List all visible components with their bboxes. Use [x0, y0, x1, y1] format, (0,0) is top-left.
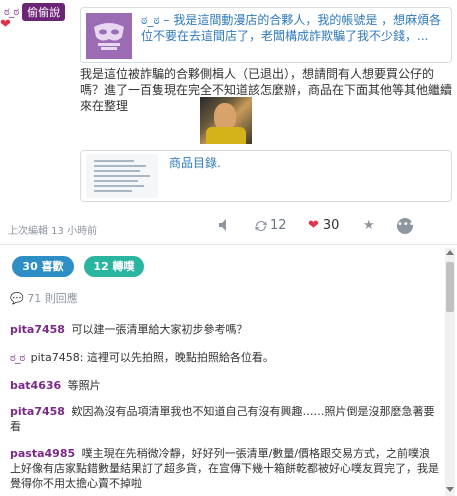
comment-user[interactable]: bat4636 [10, 379, 61, 392]
comment-user[interactable]: pasta4985 [10, 447, 75, 460]
link-preview-card[interactable]: 商品目錄. [80, 150, 452, 202]
edited-timestamp: 上次編輯 13 小時前 [8, 226, 98, 237]
post-photo[interactable] [200, 97, 252, 144]
like-heart-icon: ❤ [308, 218, 319, 233]
post-body: 我是這位被詐騙的合夥側楫人（已退出），想請問有人想要買公仔的嗎？進了一百隻現在完… [80, 67, 453, 113]
like-button[interactable]: ❤ 30 [308, 218, 339, 233]
repost-count: 12 [270, 218, 287, 233]
section-divider [0, 244, 457, 245]
mute-icon [219, 219, 226, 231]
repost-icon [255, 220, 267, 231]
star-icon: ★ [363, 218, 375, 233]
link-thumbnail [86, 154, 158, 198]
comment-row: bat4636 等照片 [10, 378, 440, 393]
plurk-post: ಠ_ಠ 偷偷說 ❤ ಠ_ಠ – 我是這間動漫店的合夥人，我的帳號是 ，想麻煩各位… [0, 0, 457, 244]
shares-pill[interactable]: 12 轉噗 [84, 256, 144, 277]
comment-text: 等照片 [67, 379, 101, 392]
comment-text: pita7458: 這裡可以先拍照，晚點拍照給各位看。 [30, 351, 274, 364]
comments-count-label: 71 則回應 [27, 292, 78, 305]
comment-user[interactable]: ಠ_ಠ [10, 351, 25, 364]
comment-user[interactable]: pita7458 [10, 323, 65, 336]
comments-scrollbar[interactable] [445, 248, 455, 496]
favorite-button[interactable]: ★ [363, 218, 375, 233]
quoted-plurk-card[interactable]: ಠ_ಠ – 我是這間動漫店的合夥人，我的帳號是 ，想麻煩各位不要在去這間店了，老… [80, 7, 452, 63]
comment-row: pita7458 可以建一張清單給大家初步參考嗎？ [10, 322, 440, 337]
scroll-thumb[interactable] [446, 262, 454, 312]
mask-logo-icon [86, 13, 132, 59]
comment-row: pita7458 欸因為沒有品項清單我也不知道自己有沒有興趣……照片倒是沒那麼急… [10, 404, 440, 434]
comment-icon: 💬 [10, 292, 24, 305]
comment-text: 可以建一張清單給大家初步參考嗎？ [71, 323, 248, 336]
comment-text: 欸因為沒有品項清單我也不知道自己有沒有興趣……照片倒是沒那麼急著要看 [10, 405, 435, 433]
likes-pill[interactable]: 30 喜歡 [12, 256, 74, 277]
comment-user[interactable]: pita7458 [10, 405, 65, 418]
more-icon: ••• [397, 218, 415, 234]
post-action-bar: 上次編輯 13 小時前 12 ❤ 30 ★ ••• [0, 213, 457, 241]
repost-button[interactable]: 12 [254, 218, 287, 233]
anonymous-badge: 偷偷說 [22, 3, 66, 21]
scroll-down-arrow-icon[interactable] [446, 487, 454, 492]
comment-row: ಠ_ಠ pita7458: 這裡可以先拍照，晚點拍照給各位看。 [10, 350, 440, 365]
mute-button[interactable] [218, 218, 232, 232]
more-options-button[interactable]: ••• [397, 218, 415, 234]
quoted-plurk-text: ಠ_ಠ – 我是這間動漫店的合夥人，我的帳號是 ，想麻煩各位不要在去這間店了，老… [141, 13, 442, 43]
photo-shirt [206, 127, 246, 144]
comment-row: pasta4985 噗主現在先稍微冷靜，好好列一張清單/數量/價格跟交易方式，之… [10, 446, 440, 491]
like-count: 30 [322, 218, 340, 233]
link-title[interactable]: 商品目錄. [169, 154, 221, 171]
heart-icon: ❤ [0, 17, 11, 32]
comments-count: 💬 71 則回應 [10, 290, 78, 306]
scroll-up-arrow-icon[interactable] [446, 250, 454, 255]
